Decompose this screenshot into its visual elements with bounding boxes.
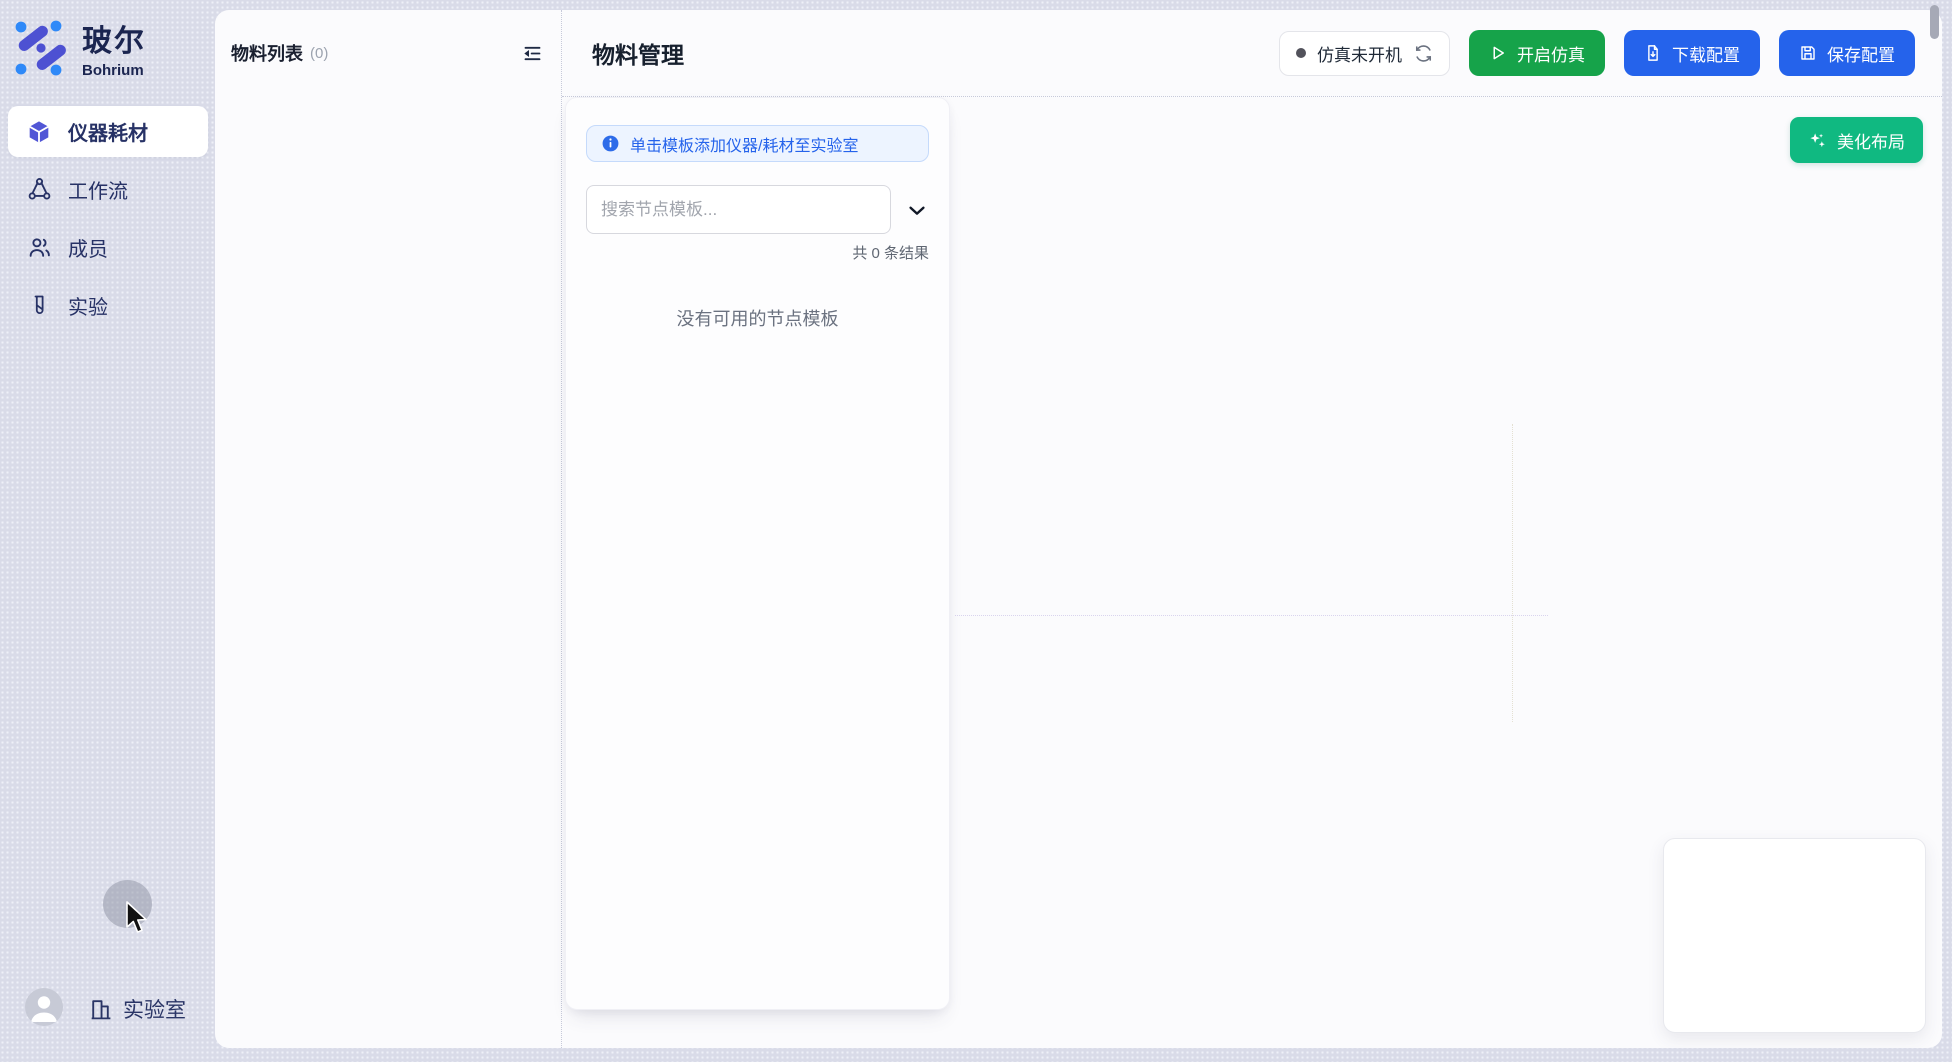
flow-canvas[interactable]: 单击模板添加仪器/耗材至实验室 共 0 条结果 没有可用的节点模板 [562,97,1942,1048]
start-simulation-button[interactable]: 开启仿真 [1469,30,1605,76]
node-template-palette: 单击模板添加仪器/耗材至实验室 共 0 条结果 没有可用的节点模板 [565,97,950,1010]
avatar[interactable] [25,988,63,1026]
canvas-guide-vertical [1512,424,1513,722]
workflow-icon [26,177,52,203]
play-icon [1489,44,1507,62]
sidebar-item-label: 实验 [68,291,108,320]
material-list-count: (0) [310,45,328,62]
status-dot-icon [1296,48,1306,58]
brand-name-en: Bohrium [82,62,146,79]
sidebar-item-experiment[interactable]: 实验 [8,280,208,331]
cube-icon [26,119,52,145]
members-icon [26,235,52,261]
material-list-panel: 物料列表 (0) [215,10,562,1048]
building-icon [88,996,113,1022]
empty-state-text: 没有可用的节点模板 [586,305,929,331]
sidebar-nav: 仪器耗材 工作流 成员 [8,106,208,338]
sidebar-footer: 实验室 [0,994,215,1034]
palette-hint-text: 单击模板添加仪器/耗材至实验室 [630,132,858,156]
main-container: 物料列表 (0) 物料管理 仿真未开机 [215,10,1942,1048]
save-icon [1799,44,1817,62]
save-config-button[interactable]: 保存配置 [1779,30,1915,76]
collapse-panel-icon[interactable] [521,42,543,64]
chevron-down-icon[interactable] [905,198,929,222]
download-config-button[interactable]: 下载配置 [1624,30,1760,76]
minimap[interactable] [1663,838,1926,1033]
page-title: 物料管理 [592,36,684,70]
brand-logo: 玻尔 Bohrium [14,16,146,79]
brand-name-cn: 玻尔 [82,16,146,60]
canvas-guide-horizontal [955,615,1548,616]
sim-status-text: 仿真未开机 [1317,41,1402,66]
page-header: 物料管理 仿真未开机 [562,10,1942,97]
search-input[interactable] [586,185,891,234]
material-list-title: 物料列表 [231,40,303,66]
sidebar-item-instruments[interactable]: 仪器耗材 [8,106,208,157]
mouse-cursor [125,901,151,937]
file-download-icon [1644,44,1662,62]
result-count: 共 0 条结果 [586,242,929,263]
scrollbar-thumb[interactable] [1930,5,1939,39]
sidebar-item-label: 仪器耗材 [68,117,148,146]
palette-hint-banner: 单击模板添加仪器/耗材至实验室 [586,125,929,162]
bohrium-logo-icon [14,19,70,77]
beautify-layout-button[interactable]: 美化布局 [1790,117,1923,163]
sparkles-icon [1808,131,1827,150]
experiment-icon [26,293,52,319]
refresh-icon[interactable] [1413,43,1433,63]
sim-status-pill: 仿真未开机 [1279,31,1450,76]
sidebar-item-workflow[interactable]: 工作流 [8,164,208,215]
sidebar-item-members[interactable]: 成员 [8,222,208,273]
lab-entry[interactable]: 实验室 [88,994,186,1024]
sidebar-item-label: 工作流 [68,175,128,204]
lab-label: 实验室 [123,994,186,1024]
info-icon [601,134,620,153]
sidebar-item-label: 成员 [68,233,108,262]
